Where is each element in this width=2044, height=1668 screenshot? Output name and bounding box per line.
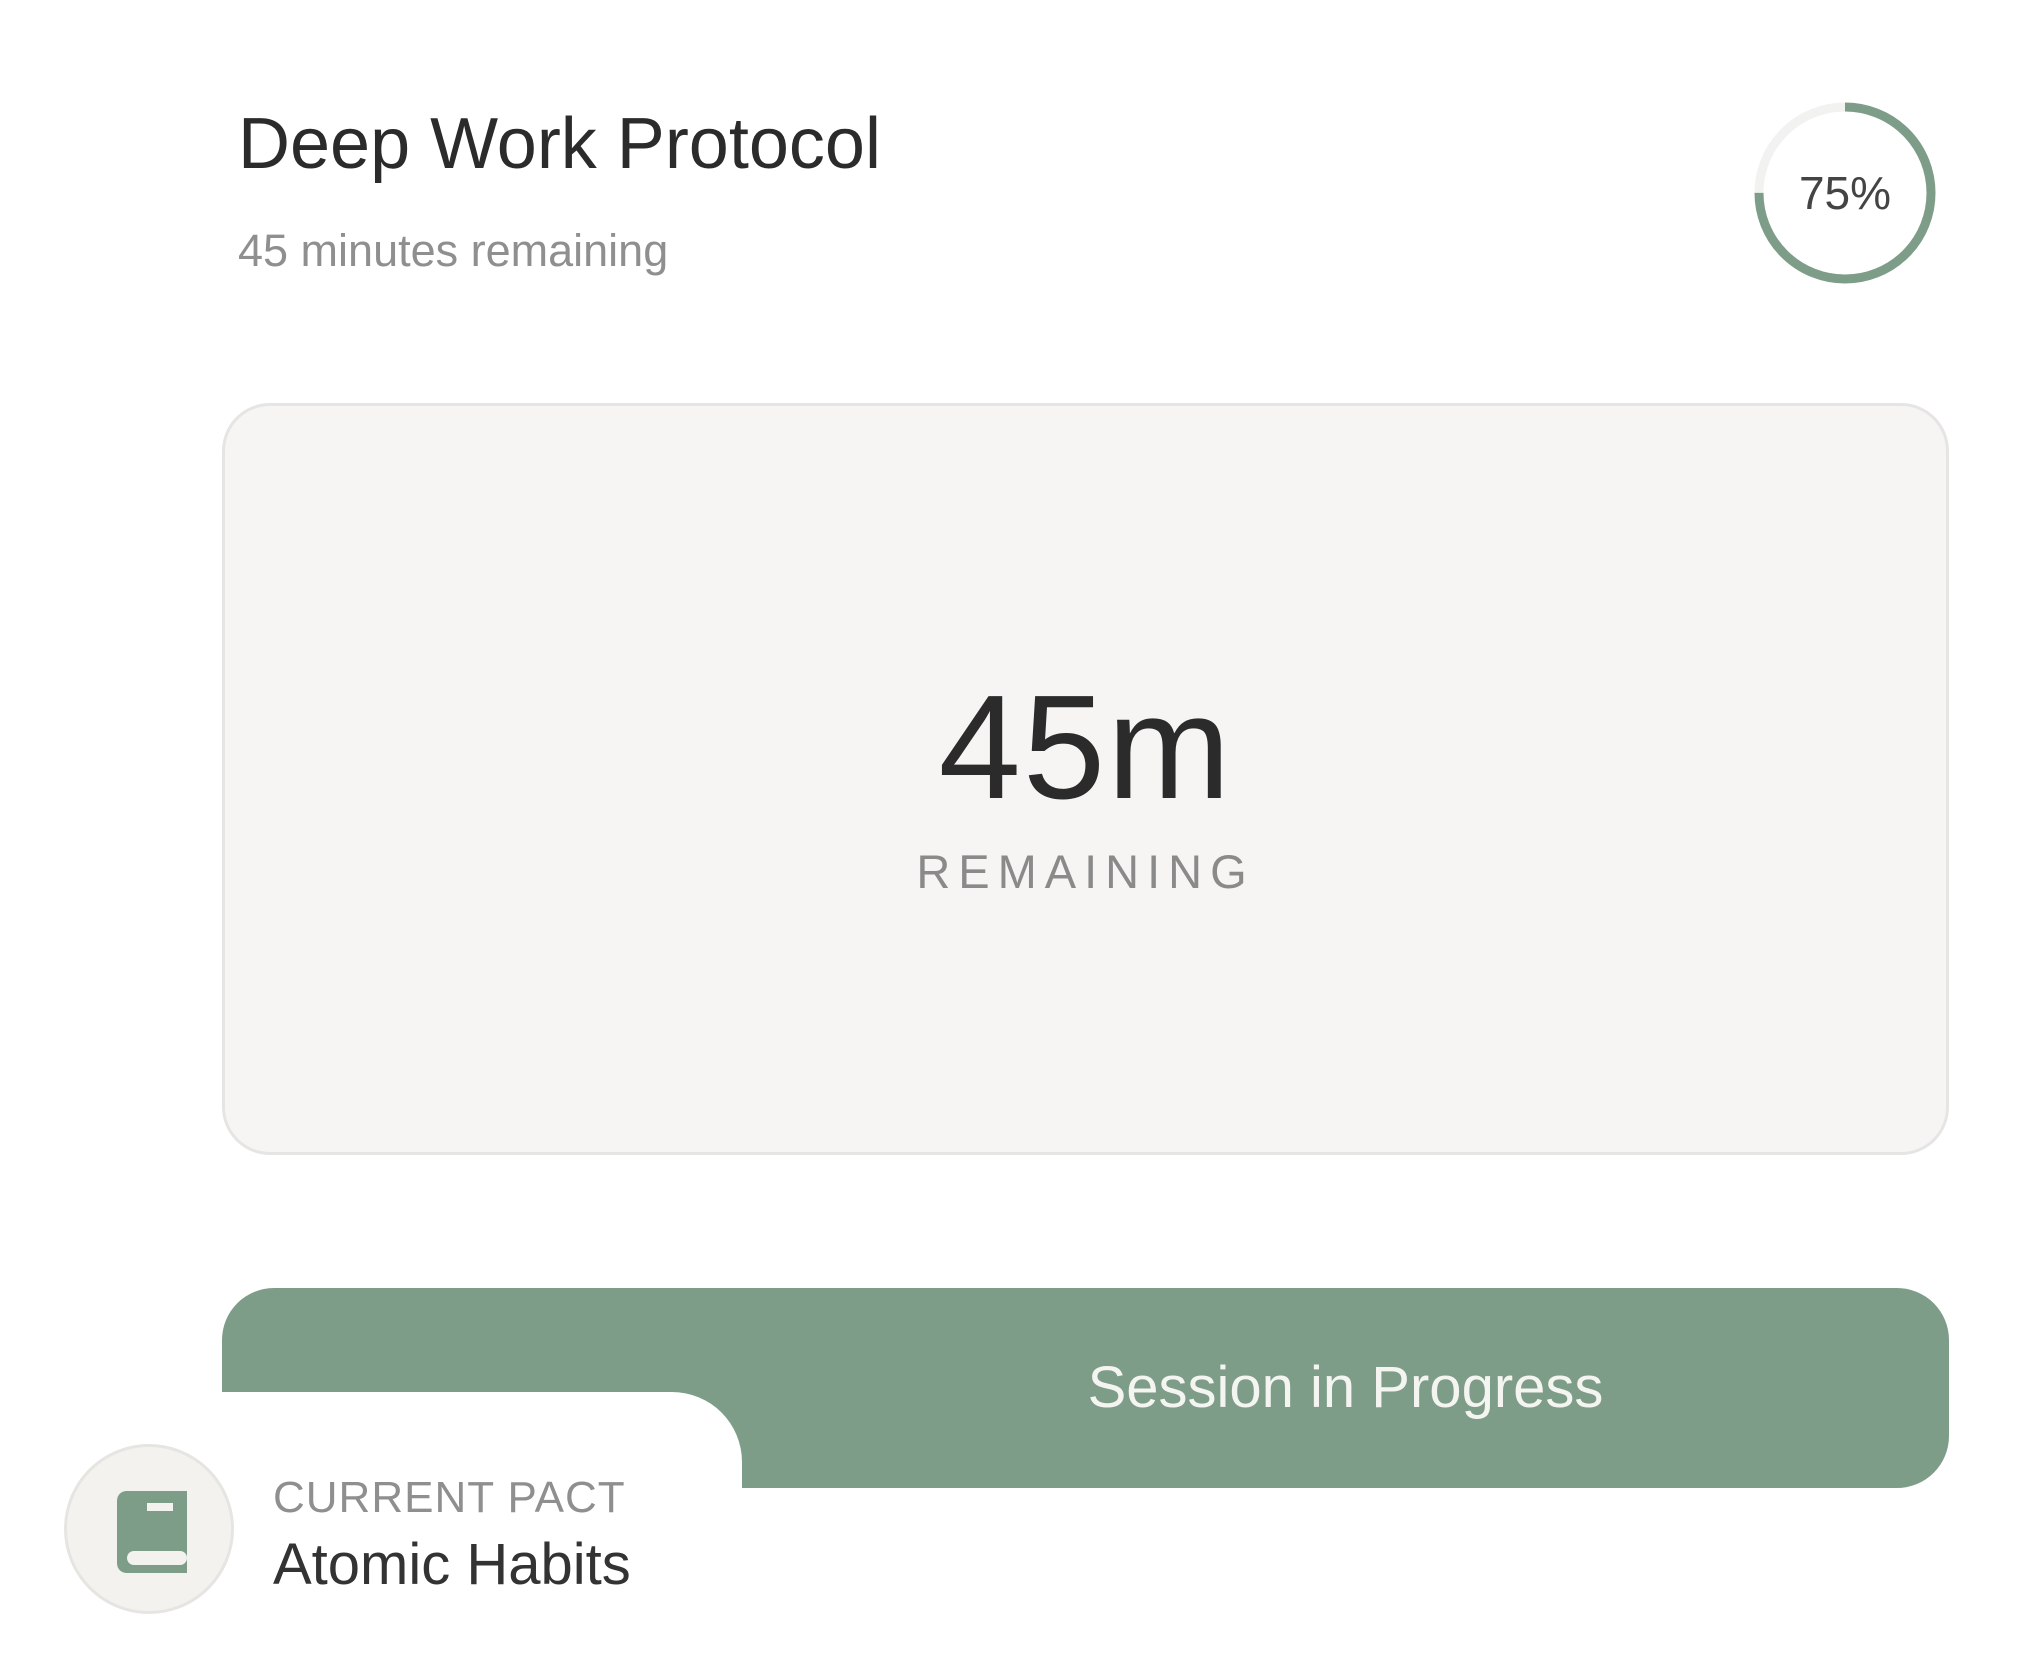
session-status-label: Session in Progress <box>1087 1355 1604 1420</box>
deep-work-screen: Deep Work Protocol 45 minutes remaining … <box>0 0 2044 1668</box>
current-pact-name: Atomic Habits <box>273 1532 631 1597</box>
progress-ring: 75% <box>1752 100 1938 286</box>
book-icon <box>117 1491 187 1573</box>
page-title: Deep Work Protocol <box>238 104 881 184</box>
timer-label: REMAINING <box>916 845 1255 898</box>
timer-card: 45m REMAINING <box>222 403 1949 1155</box>
current-pact-caption: CURRENT PACT <box>273 1473 626 1522</box>
progress-percentage: 75% <box>1798 167 1892 219</box>
timer-value: 45m <box>938 665 1233 830</box>
time-remaining-subtitle: 45 minutes remaining <box>238 225 669 276</box>
pact-icon-badge <box>64 1444 234 1614</box>
